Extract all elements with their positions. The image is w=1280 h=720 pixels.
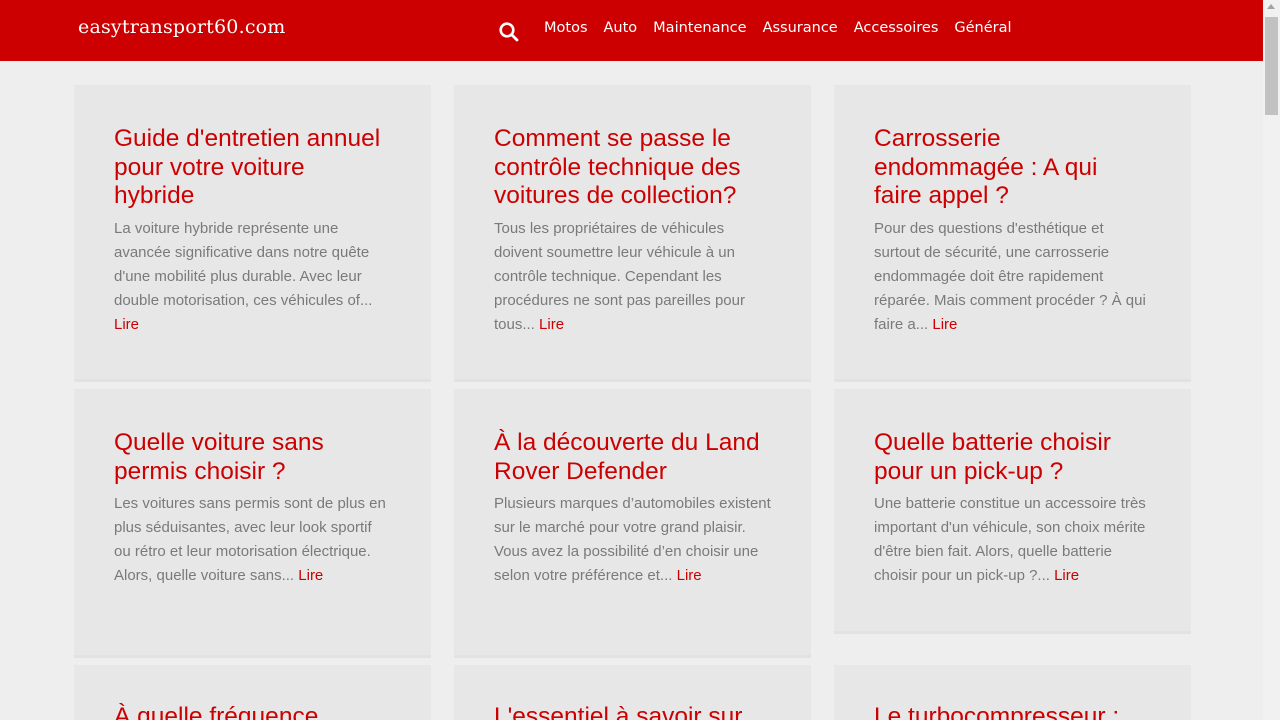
article-card: Comment se passe le contrôle technique d…: [454, 85, 811, 379]
article-title[interactable]: Guide d'entretien annuel pour votre voit…: [114, 125, 391, 211]
nav-item-general[interactable]: Général: [946, 20, 1019, 36]
main-nav: Motos Auto Maintenance Assurance Accesso…: [536, 20, 1020, 36]
read-more-link[interactable]: Lire: [932, 316, 957, 333]
scroll-up-arrow-icon[interactable]: [1267, 4, 1275, 9]
nav-item-auto[interactable]: Auto: [596, 20, 646, 36]
article-card: Quelle voiture sans permis choisir ? Les…: [74, 389, 431, 655]
article-card: Carrosserie endommagée : A qui faire app…: [834, 85, 1191, 379]
article-card: L'essentiel à savoir sur: [454, 665, 811, 720]
article-excerpt: Pour des questions d'esthétique et surto…: [874, 217, 1151, 337]
article-card: Quelle batterie choisir pour un pick-up …: [834, 389, 1191, 631]
nav-item-assurance[interactable]: Assurance: [755, 20, 846, 36]
article-title[interactable]: À la découverte du Land Rover Defender: [494, 429, 771, 486]
article-excerpt: La voiture hybride représente une avancé…: [114, 217, 391, 337]
excerpt-text: Plusieurs marques d’automobiles existent…: [494, 495, 771, 585]
article-excerpt: Les voitures sans permis sont de plus en…: [114, 492, 391, 588]
article-title[interactable]: À quelle fréquence: [114, 703, 391, 720]
article-title[interactable]: Quelle voiture sans permis choisir ?: [114, 429, 391, 486]
article-title[interactable]: L'essentiel à savoir sur: [494, 703, 771, 720]
nav-item-maintenance[interactable]: Maintenance: [645, 20, 754, 36]
article-excerpt: Tous les propriétaires de véhicules doiv…: [494, 217, 771, 337]
excerpt-text: Pour des questions d'esthétique et surto…: [874, 220, 1146, 334]
scroll-thumb[interactable]: [1265, 17, 1278, 115]
nav-item-motos[interactable]: Motos: [536, 20, 596, 36]
search-icon[interactable]: [498, 21, 520, 43]
vertical-scrollbar[interactable]: [1263, 0, 1280, 720]
article-title[interactable]: Le turbocompresseur :: [874, 703, 1151, 720]
article-excerpt: Plusieurs marques d’automobiles existent…: [494, 492, 771, 588]
excerpt-text: Tous les propriétaires de véhicules doiv…: [494, 220, 745, 334]
article-title[interactable]: Quelle batterie choisir pour un pick-up …: [874, 429, 1151, 486]
read-more-link[interactable]: Lire: [1054, 567, 1079, 584]
article-title[interactable]: Carrosserie endommagée : A qui faire app…: [874, 125, 1151, 211]
article-title[interactable]: Comment se passe le contrôle technique d…: [494, 125, 771, 211]
excerpt-text: Les voitures sans permis sont de plus en…: [114, 495, 386, 585]
excerpt-text: La voiture hybride représente une avancé…: [114, 220, 373, 310]
article-card: Le turbocompresseur :: [834, 665, 1191, 720]
site-header: easytransport60.com Motos Auto Maintenan…: [0, 0, 1263, 61]
article-card: À quelle fréquence: [74, 665, 431, 720]
read-more-link[interactable]: Lire: [539, 316, 564, 333]
read-more-link[interactable]: Lire: [677, 567, 702, 584]
excerpt-text: Une batterie constitue un accessoire trè…: [874, 495, 1146, 585]
article-card: À la découverte du Land Rover Defender P…: [454, 389, 811, 655]
article-card: Guide d'entretien annuel pour votre voit…: [74, 85, 431, 379]
read-more-link[interactable]: Lire: [114, 316, 139, 333]
site-logo[interactable]: easytransport60.com: [78, 16, 286, 38]
read-more-link[interactable]: Lire: [298, 567, 323, 584]
nav-item-accessoires[interactable]: Accessoires: [846, 20, 947, 36]
article-excerpt: Une batterie constitue un accessoire trè…: [874, 492, 1151, 588]
